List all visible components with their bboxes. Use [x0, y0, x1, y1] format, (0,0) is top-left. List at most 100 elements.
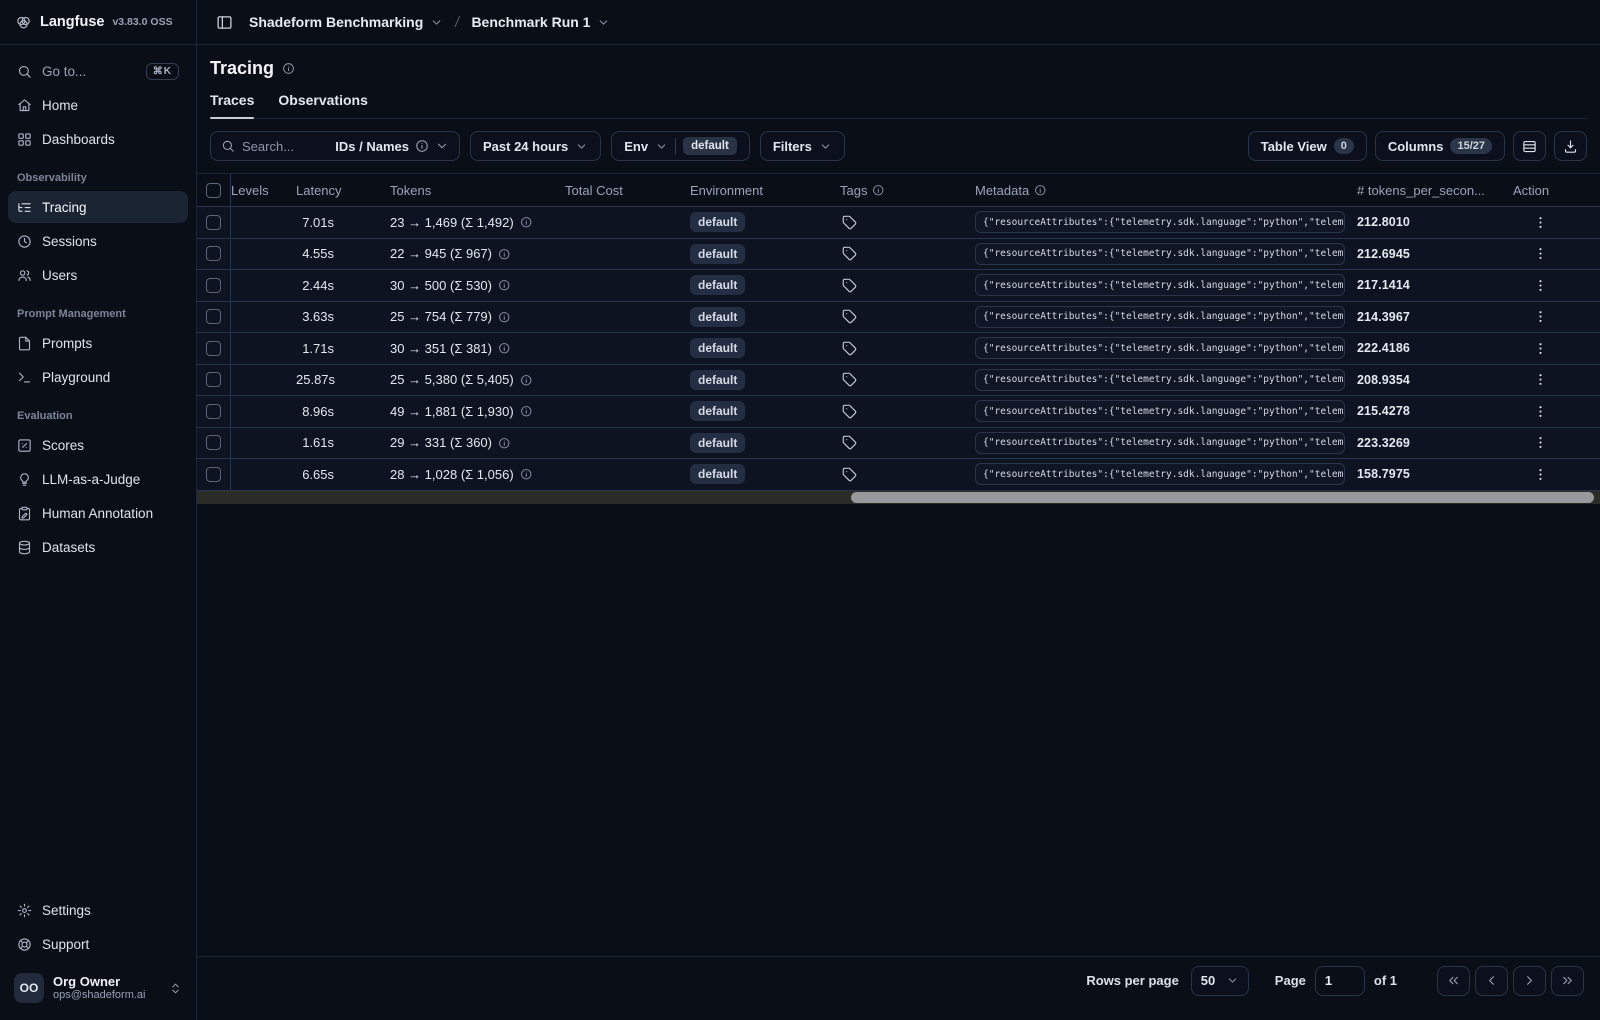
first-page-button[interactable]	[1437, 965, 1470, 996]
column-header-total-cost[interactable]: Total Cost	[565, 183, 690, 198]
row-checkbox[interactable]	[206, 466, 221, 482]
sidebar-item-home[interactable]: Home	[8, 89, 188, 121]
tags-cell[interactable]	[840, 467, 975, 482]
column-header-levels[interactable]: Levels	[231, 183, 296, 198]
metadata-value[interactable]: {"resourceAttributes":{"telemetry.sdk.la…	[975, 400, 1345, 423]
metadata-value[interactable]: {"resourceAttributes":{"telemetry.sdk.la…	[975, 368, 1345, 391]
info-icon[interactable]	[498, 342, 511, 355]
row-actions-menu-icon[interactable]	[1527, 399, 1553, 423]
horizontal-scrollbar-thumb[interactable]	[851, 491, 1594, 503]
metadata-value[interactable]: {"resourceAttributes":{"telemetry.sdk.la…	[975, 211, 1345, 234]
metadata-value[interactable]: {"resourceAttributes":{"telemetry.sdk.la…	[975, 242, 1345, 265]
export-button[interactable]	[1554, 131, 1587, 161]
sidebar-item-settings[interactable]: Settings	[8, 894, 188, 926]
page-number-input[interactable]	[1314, 965, 1365, 996]
row-checkbox[interactable]	[206, 214, 221, 230]
tags-cell[interactable]	[840, 372, 975, 387]
table-row[interactable]: 6.65s 28 → 1,028 (Σ 1,056) default {"res…	[197, 459, 1600, 491]
info-icon[interactable]	[498, 437, 511, 450]
row-checkbox[interactable]	[206, 340, 221, 356]
row-actions-menu-icon[interactable]	[1527, 210, 1553, 234]
info-icon[interactable]	[520, 374, 533, 387]
columns-button[interactable]: Columns 15/27	[1374, 131, 1505, 161]
row-actions-menu-icon[interactable]	[1527, 368, 1553, 392]
tags-cell[interactable]	[840, 309, 975, 324]
column-header-environment[interactable]: Environment	[690, 183, 840, 198]
tab-traces[interactable]: Traces	[210, 92, 255, 119]
breadcrumb-org-dropdown[interactable]: Shadeform Benchmarking	[249, 14, 443, 30]
row-checkbox[interactable]	[206, 403, 221, 419]
row-actions-menu-icon[interactable]	[1527, 273, 1553, 297]
info-icon[interactable]	[520, 216, 533, 229]
row-actions-menu-icon[interactable]	[1527, 336, 1553, 360]
sidebar-item-support[interactable]: Support	[8, 928, 188, 960]
column-header-latency[interactable]: Latency	[296, 183, 390, 198]
sidebar-item-human-annotation[interactable]: Human Annotation	[8, 497, 188, 529]
sidebar-item-playground[interactable]: Playground	[8, 361, 188, 393]
row-checkbox[interactable]	[206, 277, 221, 293]
row-actions-menu-icon[interactable]	[1527, 305, 1553, 329]
column-header-tags[interactable]: Tags	[840, 183, 975, 198]
metadata-value[interactable]: {"resourceAttributes":{"telemetry.sdk.la…	[975, 337, 1345, 360]
info-icon[interactable]	[498, 248, 511, 261]
table-row[interactable]: 1.71s 30 → 351 (Σ 381) default {"resourc…	[197, 333, 1600, 365]
tags-cell[interactable]	[840, 341, 975, 356]
sidebar-item-sessions[interactable]: Sessions	[8, 225, 188, 257]
user-menu[interactable]: OO Org Owner ops@shadeform.ai	[8, 968, 188, 1008]
row-checkbox[interactable]	[206, 246, 221, 262]
info-icon[interactable]	[520, 405, 533, 418]
last-page-button[interactable]	[1551, 965, 1584, 996]
table-row[interactable]: 25.87s 25 → 5,380 (Σ 5,405) default {"re…	[197, 364, 1600, 396]
table-row[interactable]: 8.96s 49 → 1,881 (Σ 1,930) default {"res…	[197, 396, 1600, 428]
sidebar-item-tracing[interactable]: Tracing	[8, 191, 188, 223]
metadata-value[interactable]: {"resourceAttributes":{"telemetry.sdk.la…	[975, 274, 1345, 297]
column-header-tokens-per-second[interactable]: # tokens_per_secon...	[1357, 183, 1513, 198]
sidebar-item-users[interactable]: Users	[8, 259, 188, 291]
sidebar-item-dashboards[interactable]: Dashboards	[8, 123, 188, 155]
search-box[interactable]: IDs / Names	[210, 131, 460, 161]
row-actions-menu-icon[interactable]	[1527, 462, 1553, 486]
sidebar-item-goto[interactable]: Go to... ⌘K	[8, 55, 188, 87]
previous-page-button[interactable]	[1475, 965, 1508, 996]
row-actions-menu-icon[interactable]	[1527, 242, 1553, 266]
tags-cell[interactable]	[840, 246, 975, 261]
tab-observations[interactable]: Observations	[278, 92, 367, 118]
row-height-button[interactable]	[1513, 131, 1546, 161]
row-checkbox[interactable]	[206, 372, 221, 388]
metadata-value[interactable]: {"resourceAttributes":{"telemetry.sdk.la…	[975, 463, 1345, 486]
tags-cell[interactable]	[840, 215, 975, 230]
info-icon[interactable]	[498, 311, 511, 324]
row-checkbox[interactable]	[206, 309, 221, 325]
next-page-button[interactable]	[1513, 965, 1546, 996]
filters-dropdown[interactable]: Filters	[759, 131, 845, 161]
metadata-value[interactable]: {"resourceAttributes":{"telemetry.sdk.la…	[975, 431, 1345, 454]
breadcrumb-project-dropdown[interactable]: Benchmark Run 1	[471, 14, 610, 30]
table-row[interactable]: 4.55s 22 → 945 (Σ 967) default {"resourc…	[197, 238, 1600, 270]
tags-cell[interactable]	[840, 404, 975, 419]
sidebar-item-scores[interactable]: Scores	[8, 429, 188, 461]
table-view-button[interactable]: Table View 0	[1247, 131, 1367, 161]
table-row[interactable]: 3.63s 25 → 754 (Σ 779) default {"resourc…	[197, 301, 1600, 333]
time-range-dropdown[interactable]: Past 24 hours	[470, 131, 602, 161]
rows-per-page-select[interactable]: 50	[1190, 965, 1249, 996]
metadata-value[interactable]: {"resourceAttributes":{"telemetry.sdk.la…	[975, 305, 1345, 328]
env-filter-dropdown[interactable]: Env default	[611, 131, 750, 161]
sidebar-item-llm-as-a-judge[interactable]: LLM-as-a-Judge	[8, 463, 188, 495]
select-all-checkbox[interactable]	[206, 182, 221, 198]
table-row[interactable]: 2.44s 30 → 500 (Σ 530) default {"resourc…	[197, 270, 1600, 302]
tags-cell[interactable]	[840, 435, 975, 450]
info-icon[interactable]	[498, 279, 511, 292]
info-icon[interactable]	[282, 62, 295, 75]
sidebar-toggle-button[interactable]	[211, 9, 237, 35]
sidebar-item-datasets[interactable]: Datasets	[8, 531, 188, 563]
row-actions-menu-icon[interactable]	[1527, 431, 1553, 455]
table-row[interactable]: 7.01s 23 → 1,469 (Σ 1,492) default {"res…	[197, 207, 1600, 239]
search-mode-dropdown[interactable]: IDs / Names	[335, 139, 449, 154]
row-checkbox[interactable]	[206, 435, 221, 451]
info-icon[interactable]	[520, 468, 533, 481]
search-input[interactable]	[242, 138, 324, 154]
sidebar-item-prompts[interactable]: Prompts	[8, 327, 188, 359]
table-row[interactable]: 1.61s 29 → 331 (Σ 360) default {"resourc…	[197, 427, 1600, 459]
column-header-metadata[interactable]: Metadata	[975, 183, 1357, 198]
tags-cell[interactable]	[840, 278, 975, 293]
